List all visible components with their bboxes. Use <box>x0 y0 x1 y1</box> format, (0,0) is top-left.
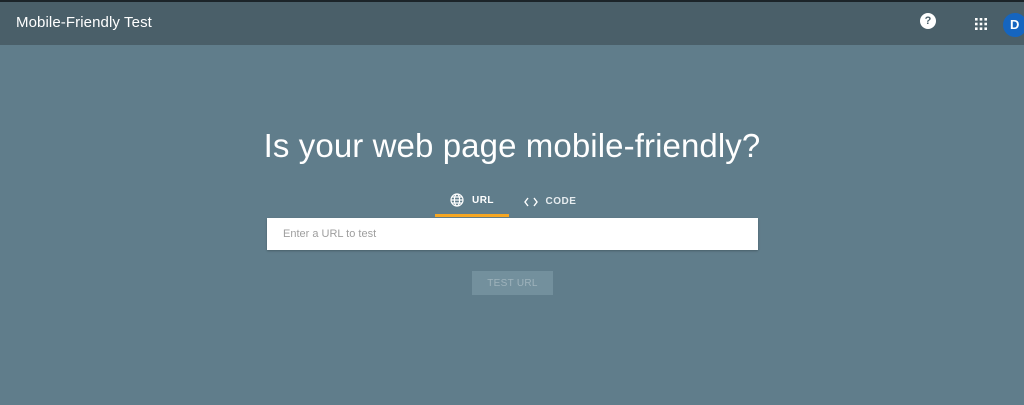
tab-code-label: CODE <box>545 196 577 207</box>
test-url-button[interactable]: TEST URL <box>472 271 553 295</box>
tab-url[interactable]: URL <box>435 186 509 217</box>
globe-icon <box>450 193 464 207</box>
app-title: Mobile-Friendly Test <box>16 14 152 31</box>
code-brackets-icon <box>523 197 538 207</box>
help-icon[interactable]: ? <box>920 13 936 29</box>
tab-url-label: URL <box>471 194 495 206</box>
apps-grid-icon[interactable] <box>975 17 987 30</box>
tab-code[interactable]: CODE <box>513 186 587 217</box>
url-input[interactable] <box>267 218 758 250</box>
apps-grid-glyph <box>975 18 987 30</box>
app-bar: Mobile-Friendly Test ? D <box>0 0 1024 45</box>
page-title: Is your web page mobile-friendly? <box>263 127 761 164</box>
account-avatar[interactable]: D <box>1003 13 1024 37</box>
